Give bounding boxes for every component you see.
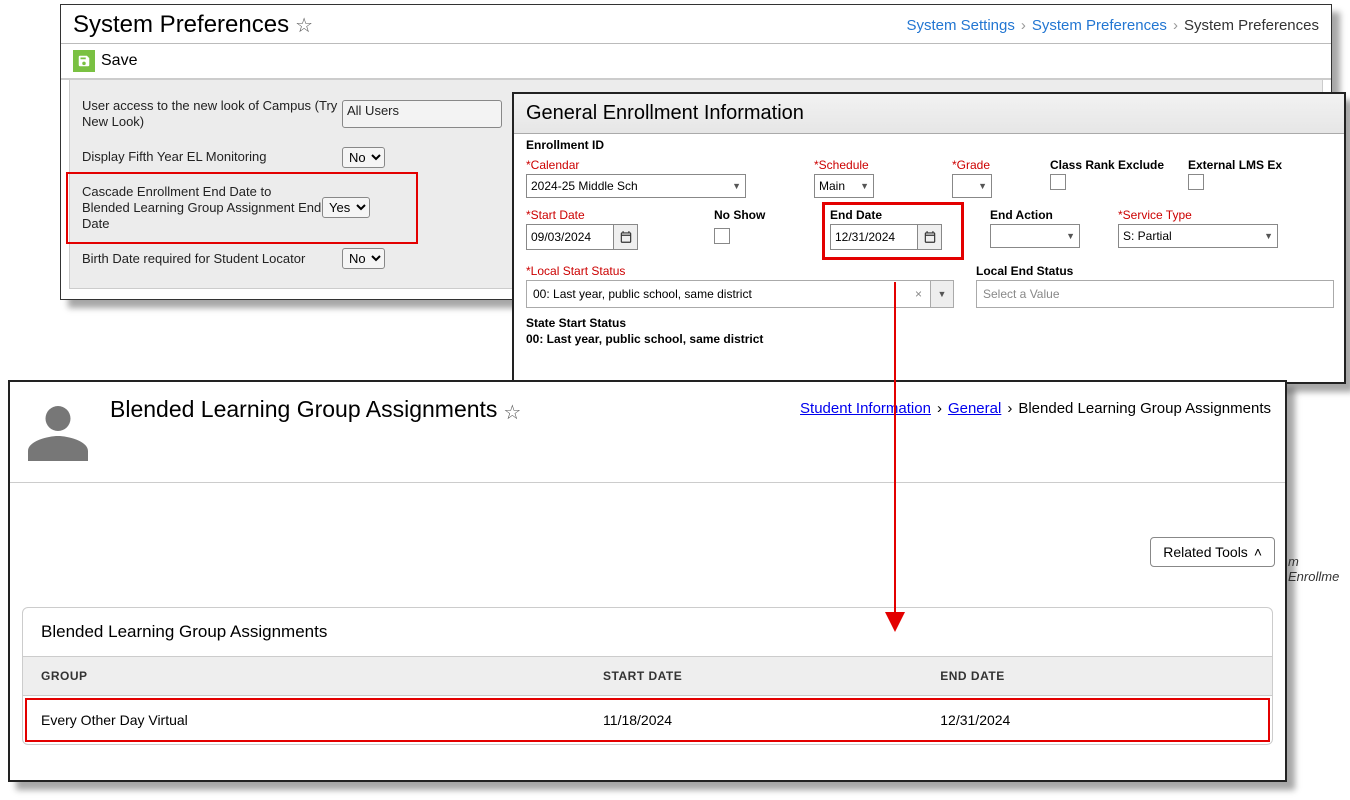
service-type-select[interactable]: S: Partial bbox=[1118, 224, 1278, 248]
local-start-status-label: *Local Start Status bbox=[526, 264, 954, 278]
pref-label: User access to the new look of Campus (T… bbox=[82, 98, 342, 131]
breadcrumb: Student Information › General › Blended … bbox=[800, 400, 1271, 417]
blended-learning-panel: Blended Learning Group Assignments ☆ Stu… bbox=[8, 380, 1287, 782]
sysprefs-header: System Preferences ☆ System Settings › S… bbox=[61, 5, 1331, 44]
breadcrumb-system-settings[interactable]: System Settings bbox=[906, 17, 1014, 34]
page-title: System Preferences bbox=[73, 11, 289, 39]
chevron-down-icon[interactable]: ▼ bbox=[930, 281, 953, 307]
blended-header: Blended Learning Group Assignments ☆ Stu… bbox=[10, 382, 1285, 483]
local-end-status-label: Local End Status bbox=[976, 264, 1334, 278]
assignments-table: GROUP START DATE END DATE Every Other Da… bbox=[23, 657, 1272, 744]
clear-icon[interactable]: × bbox=[907, 287, 930, 301]
schedule-select[interactable]: Main bbox=[814, 174, 874, 198]
pref-birth-date-select[interactable]: No bbox=[342, 248, 385, 269]
state-start-status-value: 00: Last year, public school, same distr… bbox=[526, 332, 1332, 346]
cell-end-date: 12/31/2024 bbox=[922, 696, 1272, 745]
calendar-select[interactable]: 2024-25 Middle Sch bbox=[526, 174, 746, 198]
state-start-status-label: State Start Status bbox=[526, 316, 1332, 330]
end-date-input[interactable] bbox=[830, 224, 942, 250]
breadcrumb: System Settings › System Preferences › S… bbox=[906, 17, 1319, 34]
chevron-right-icon: › bbox=[937, 400, 942, 417]
col-group: GROUP bbox=[23, 657, 585, 696]
favorite-star-icon[interactable]: ☆ bbox=[295, 13, 313, 38]
calendar-label: *Calendar bbox=[526, 158, 746, 172]
enrollment-title: General Enrollment Information bbox=[514, 94, 1344, 134]
save-icon[interactable] bbox=[73, 50, 95, 72]
breadcrumb-current: System Preferences bbox=[1184, 17, 1319, 34]
enrollment-form: *Calendar 2024-25 Middle Sch *Schedule M… bbox=[514, 158, 1344, 354]
enrollment-id-label: Enrollment ID bbox=[514, 134, 1344, 152]
chevron-right-icon: › bbox=[1007, 400, 1012, 417]
cell-group: Every Other Day Virtual bbox=[23, 696, 585, 745]
pref-cascade-select[interactable]: Yes bbox=[322, 197, 370, 218]
external-lms-label: External LMS Ex bbox=[1188, 158, 1298, 172]
schedule-label: *Schedule bbox=[814, 158, 874, 172]
col-end-date: END DATE bbox=[922, 657, 1272, 696]
class-rank-checkbox[interactable] bbox=[1050, 174, 1066, 190]
breadcrumb-system-preferences[interactable]: System Preferences bbox=[1032, 17, 1167, 34]
pref-cascade-end-date: Cascade Enrollment End Date to Blended L… bbox=[70, 176, 414, 241]
enrollment-panel: General Enrollment Information Enrollmen… bbox=[512, 92, 1346, 384]
end-action-label: End Action bbox=[990, 208, 1080, 222]
local-end-status-select[interactable]: Select a Value bbox=[976, 280, 1334, 308]
toolbar: Save bbox=[61, 44, 1331, 80]
local-start-status-select[interactable]: 00: Last year, public school, same distr… bbox=[526, 280, 954, 308]
pref-new-look-select[interactable]: All Users bbox=[342, 100, 502, 128]
breadcrumb-current: Blended Learning Group Assignments bbox=[1018, 400, 1271, 417]
avatar-icon bbox=[24, 392, 92, 470]
grade-label: *Grade bbox=[952, 158, 992, 172]
calendar-icon[interactable] bbox=[917, 225, 941, 249]
pref-fifth-year-select[interactable]: No bbox=[342, 147, 385, 168]
external-lms-checkbox[interactable] bbox=[1188, 174, 1204, 190]
breadcrumb-student-information[interactable]: Student Information bbox=[800, 400, 931, 417]
calendar-icon[interactable] bbox=[613, 225, 637, 249]
pref-label: Display Fifth Year EL Monitoring bbox=[82, 149, 342, 165]
start-date-label: *Start Date bbox=[526, 208, 646, 222]
save-button[interactable]: Save bbox=[101, 52, 137, 70]
no-show-checkbox[interactable] bbox=[714, 228, 730, 244]
start-date-input[interactable] bbox=[526, 224, 638, 250]
grade-select[interactable] bbox=[952, 174, 992, 198]
end-date-label: End Date bbox=[830, 208, 956, 222]
favorite-star-icon[interactable]: ☆ bbox=[503, 400, 521, 425]
cell-start-date: 11/18/2024 bbox=[585, 696, 922, 745]
end-action-select[interactable] bbox=[990, 224, 1080, 248]
no-show-label: No Show bbox=[714, 208, 784, 222]
chevron-right-icon: › bbox=[1173, 17, 1178, 34]
col-start-date: START DATE bbox=[585, 657, 922, 696]
pref-label: Cascade Enrollment End Date to Blended L… bbox=[82, 184, 322, 233]
table-row[interactable]: Every Other Day Virtual 11/18/2024 12/31… bbox=[23, 696, 1272, 745]
class-rank-label: Class Rank Exclude bbox=[1050, 158, 1170, 172]
page-title: Blended Learning Group Assignments bbox=[110, 396, 497, 423]
chevron-up-icon: ˄ bbox=[1254, 544, 1262, 560]
pref-label: Birth Date required for Student Locator bbox=[82, 251, 342, 267]
chevron-right-icon: › bbox=[1021, 17, 1026, 34]
service-type-label: *Service Type bbox=[1118, 208, 1278, 222]
assignments-section: Blended Learning Group Assignments GROUP… bbox=[22, 607, 1273, 745]
clipped-text: m Enrollme bbox=[1288, 554, 1350, 584]
breadcrumb-general[interactable]: General bbox=[948, 400, 1001, 417]
related-tools-button[interactable]: Related Tools ˄ bbox=[1150, 537, 1275, 567]
section-title: Blended Learning Group Assignments bbox=[23, 608, 1272, 657]
